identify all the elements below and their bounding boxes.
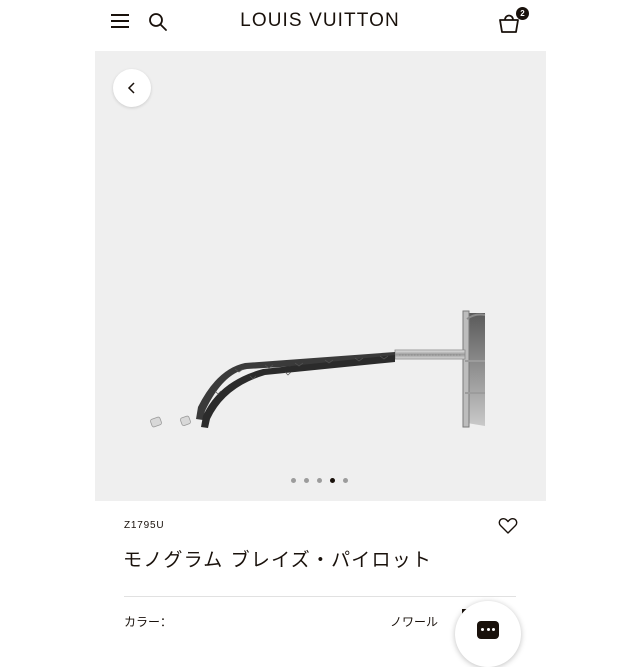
brand-logo[interactable]: LOUIS VUITTON [220,8,420,34]
carousel-dots [95,476,546,486]
color-value[interactable]: ノワール [390,613,438,630]
heart-icon[interactable] [498,517,518,535]
top-header: LOUIS VUITTON 2 [0,0,640,44]
carousel-dot[interactable] [317,478,322,483]
cart-count-badge: 2 [516,7,529,20]
carousel-dot[interactable] [291,478,296,483]
chat-icon [477,621,499,639]
product-image-gallery[interactable] [95,51,546,501]
search-icon[interactable] [148,12,168,32]
chevron-left-icon [127,82,135,94]
carousel-dot[interactable] [343,478,348,483]
hamburger-menu-icon[interactable] [111,13,129,29]
divider [124,596,516,597]
product-title: モノグラム ブレイズ・パイロット [123,549,433,571]
carousel-dot-active[interactable] [330,478,335,483]
product-image [150,310,486,428]
product-sku: Z1795U [124,520,165,531]
previous-image-button[interactable] [113,69,151,107]
chat-button[interactable] [455,601,521,667]
color-label: カラー： [124,615,173,629]
carousel-dot[interactable] [304,478,309,483]
